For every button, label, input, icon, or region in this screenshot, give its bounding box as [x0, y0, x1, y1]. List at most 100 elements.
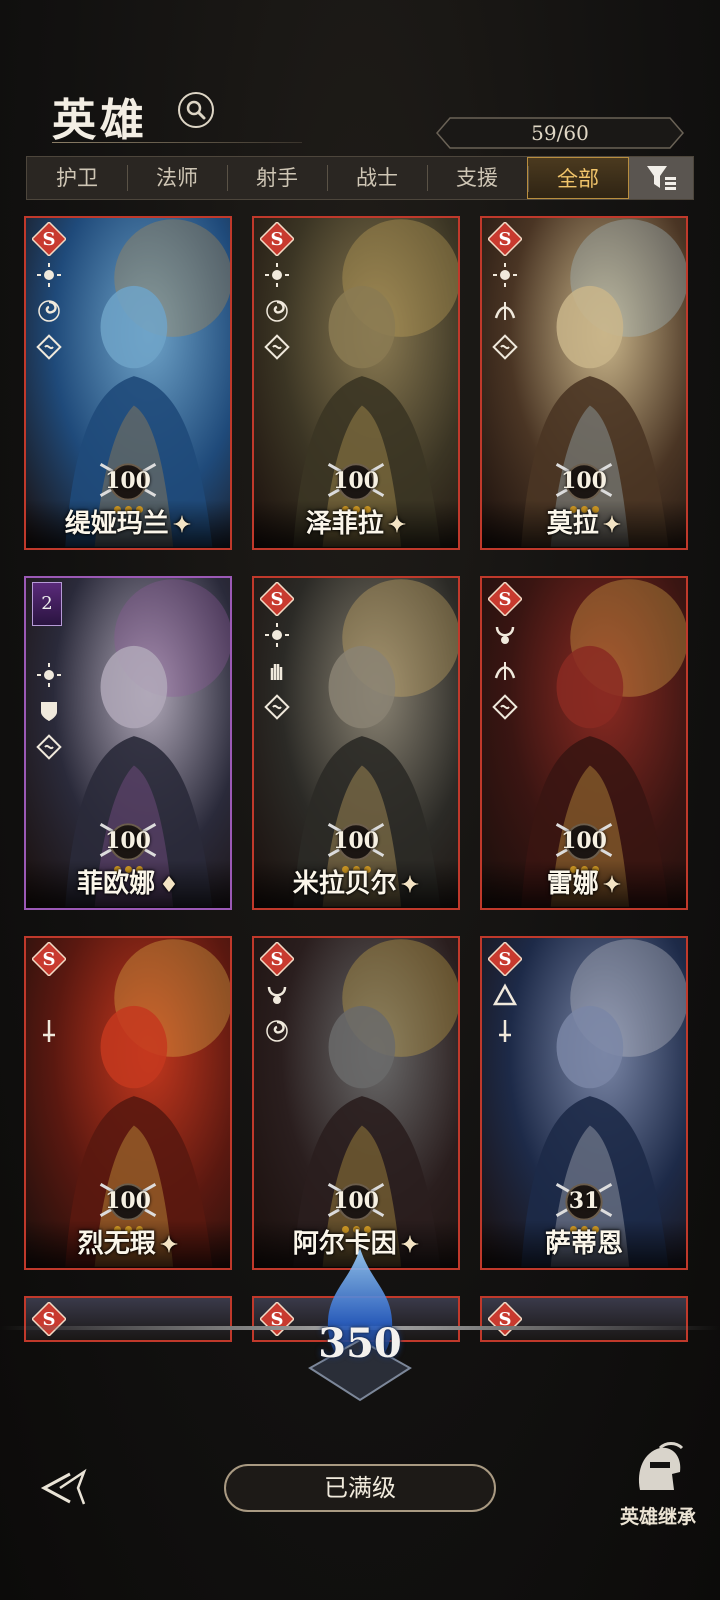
scroll-icon: [36, 734, 62, 760]
swirl-icon: [38, 300, 60, 322]
tab-marksman[interactable]: 射手: [227, 157, 327, 199]
sparkle-icon: ✦: [400, 872, 420, 898]
hero-card[interactable]: S 100 阿尔卡因 ✦: [252, 936, 460, 1270]
hero-card-partial[interactable]: S: [480, 1296, 688, 1342]
hero-trait-icons: [262, 622, 292, 720]
max-level-button[interactable]: 已满级: [224, 1464, 496, 1512]
hero-name-text: 烈无瑕: [77, 1229, 156, 1259]
swirl-icon: [266, 300, 288, 322]
hero-name-text: 缇娅玛兰: [64, 509, 169, 539]
hero-inherit-button[interactable]: 英雄继承: [608, 1440, 708, 1529]
tab-support[interactable]: 支援: [427, 157, 527, 199]
scroll-icon: [492, 694, 518, 720]
rarity-s-icon: S: [488, 942, 522, 976]
hero-name-text: 雷娜: [546, 869, 599, 899]
hero-card-partial[interactable]: S: [24, 1296, 232, 1342]
rarity-s-icon: S: [260, 1302, 294, 1336]
sparkle-icon: ✦: [387, 512, 407, 538]
back-icon[interactable]: [38, 1468, 92, 1508]
hero-name: 米拉贝尔 ✦: [254, 863, 458, 900]
sparkle-icon: ✦: [602, 512, 622, 538]
hero-level: 100: [333, 828, 379, 854]
hero-name: 菲欧娜 ♦: [26, 863, 230, 900]
rarity-s-icon: S: [32, 942, 66, 976]
sparkle-icon: ✦: [602, 872, 622, 898]
page-title: 英雄: [52, 95, 148, 146]
horn-icon: [267, 986, 287, 1004]
sun-icon: [37, 263, 61, 287]
hero-name: 泽菲拉 ✦: [254, 503, 458, 540]
filter-icon: [647, 166, 676, 190]
sun-icon: [265, 263, 289, 287]
title-underline: [52, 142, 302, 143]
rarity-s-icon: S: [488, 1302, 522, 1336]
hero-card[interactable]: S 31 萨蒂恩: [480, 936, 688, 1270]
hero-count-text: 59/60: [531, 121, 589, 145]
hero-card[interactable]: S 100 雷娜 ✦: [480, 576, 688, 910]
hero-card[interactable]: S 100 泽菲拉 ✦: [252, 216, 460, 550]
hero-name: 烈无瑕 ✦: [26, 1223, 230, 1260]
sun-icon: [37, 663, 61, 687]
svg-text:S: S: [271, 229, 284, 250]
svg-text:S: S: [271, 589, 284, 610]
hero-name: 莫拉 ✦: [482, 503, 686, 540]
hero-trait-icons: [490, 262, 520, 360]
rank-badge: 2: [32, 582, 62, 626]
hand-icon: [270, 664, 283, 680]
hero-level: 100: [561, 468, 607, 494]
hero-card[interactable]: S 100 缇娅玛兰 ✦: [24, 216, 232, 550]
dagger-icon: [43, 1020, 55, 1042]
hero-card[interactable]: S 100 烈无瑕 ✦: [24, 936, 232, 1270]
scroll-icon: [264, 694, 290, 720]
hero-card[interactable]: S 100 莫拉 ✦: [480, 216, 688, 550]
rarity-s-icon: S: [488, 222, 522, 256]
hero-name-text: 莫拉: [546, 509, 599, 539]
search-button[interactable]: [178, 92, 214, 128]
hero-name-text: 泽菲拉: [305, 509, 384, 539]
tab-warrior[interactable]: 战士: [327, 157, 427, 199]
shield-icon: [41, 702, 57, 721]
tab-guardian[interactable]: 护卫: [27, 157, 127, 199]
crystal-icon: ♦: [159, 872, 179, 898]
hero-level: 31: [568, 1188, 600, 1214]
hero-level: 100: [333, 468, 379, 494]
knight-helmet-icon: [638, 1442, 684, 1490]
triangle-icon: [492, 983, 518, 1006]
rarity-s-icon: S: [260, 222, 294, 256]
hero-level: 100: [105, 1188, 151, 1214]
hero-trait-icons: [34, 982, 64, 1044]
hero-name: 雷娜 ✦: [482, 863, 686, 900]
hero-card[interactable]: 2 100 菲欧娜 ♦: [24, 576, 232, 910]
sparkle-icon: ✦: [159, 1232, 179, 1258]
hero-name-text: 萨蒂恩: [544, 1229, 623, 1259]
hero-trait-icons: [490, 622, 520, 720]
hero-inherit-label: 英雄继承: [619, 1506, 696, 1528]
dagger-icon: [499, 1020, 511, 1042]
hero-trait-icons: [262, 982, 292, 1044]
filter-button[interactable]: [629, 157, 693, 199]
hero-level: 100: [561, 828, 607, 854]
svg-text:S: S: [499, 589, 512, 610]
rarity-s-icon: S: [32, 222, 66, 256]
sun-icon: [493, 263, 517, 287]
tab-mage[interactable]: 法师: [127, 157, 227, 199]
rarity-s-icon: S: [32, 1302, 66, 1336]
flame-value: 350: [318, 1320, 402, 1367]
hero-card[interactable]: S 100 米拉贝尔 ✦: [252, 576, 460, 910]
hero-name-text: 菲欧娜: [77, 869, 156, 899]
hero-trait-icons: [34, 662, 64, 760]
hero-name-text: 米拉贝尔: [292, 869, 397, 899]
search-icon: [186, 100, 206, 120]
bow-icon: [494, 302, 516, 320]
rarity-s-icon: S: [260, 942, 294, 976]
rarity-s-icon: S: [260, 582, 294, 616]
hero-level: 100: [105, 828, 151, 854]
rarity-s-icon: S: [488, 582, 522, 616]
svg-text:S: S: [43, 229, 56, 250]
hero-level: 100: [105, 468, 151, 494]
sparkle-icon: ✦: [172, 512, 192, 538]
tab-all[interactable]: 全部: [527, 157, 629, 199]
svg-text:S: S: [43, 949, 56, 970]
hero-trait-icons: [490, 982, 520, 1044]
hero-level: 100: [333, 1188, 379, 1214]
